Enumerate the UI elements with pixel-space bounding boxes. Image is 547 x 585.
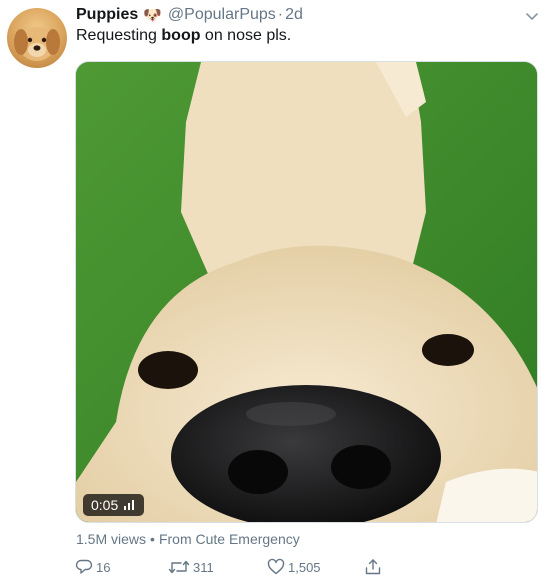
reply-count: 16 — [96, 559, 111, 575]
tweet[interactable]: Puppies 🐶 @PopularPups · 2d Requesting b… — [0, 0, 547, 585]
reply-icon — [75, 559, 93, 574]
display-name[interactable]: Puppies — [76, 6, 138, 24]
view-count: 1.5M views — [76, 531, 147, 547]
heart-icon — [267, 558, 285, 575]
like-count: 1,505 — [288, 559, 321, 575]
video-source[interactable]: From Cute Emergency — [159, 531, 300, 547]
reply-button[interactable]: 16 — [75, 556, 110, 578]
timestamp[interactable]: 2d — [285, 6, 303, 24]
retweet-count: 311 — [193, 559, 214, 575]
sound-bars-icon — [124, 500, 135, 510]
separator-dot: · — [277, 6, 284, 23]
user-handle[interactable]: @PopularPups — [168, 6, 276, 24]
tweet-actions: 16 311 1,505 — [0, 556, 547, 580]
views-separator: • — [150, 531, 155, 547]
chevron-down-icon[interactable] — [524, 8, 540, 24]
tweet-text-after: on nose pls. — [200, 27, 292, 44]
tweet-text: Requesting boop on nose pls. — [76, 27, 291, 45]
video-duration-badge: 0:05 — [83, 494, 145, 516]
share-button[interactable] — [364, 556, 385, 578]
share-icon — [365, 559, 381, 575]
avatar[interactable] — [7, 8, 67, 68]
views-line: 1.5M views • From Cute Emergency — [76, 531, 300, 547]
tweet-text-before: Requesting — [76, 27, 162, 44]
retweet-icon — [168, 560, 190, 574]
tweet-text-bold: boop — [161, 27, 201, 44]
dog-emoji-icon: 🐶 — [143, 7, 162, 24]
video-player[interactable] — [75, 61, 538, 523]
like-button[interactable]: 1,505 — [267, 556, 321, 578]
tweet-header: Puppies 🐶 @PopularPups · 2d — [76, 4, 303, 26]
video-duration: 0:05 — [91, 497, 119, 513]
retweet-button[interactable]: 311 — [168, 556, 214, 578]
